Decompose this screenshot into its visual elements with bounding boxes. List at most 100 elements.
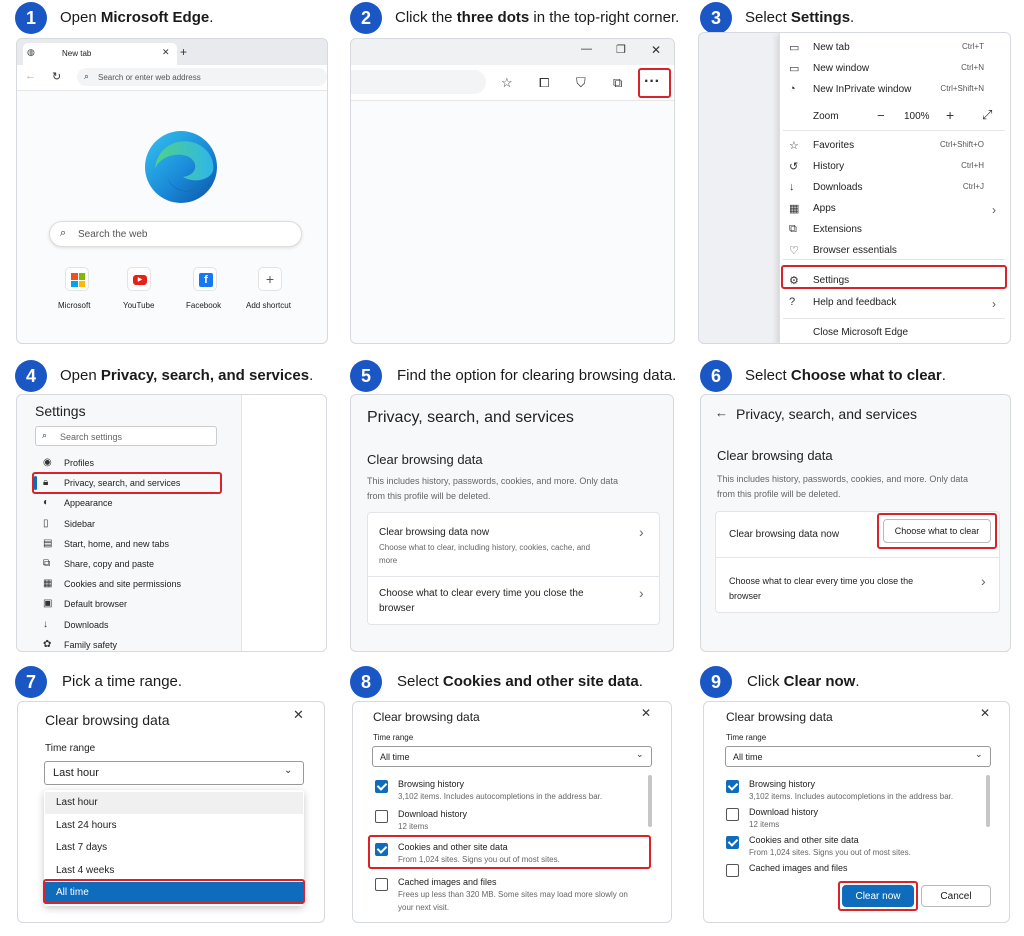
zoom-value: 100% xyxy=(904,111,930,122)
dropdown-option-label: Last 7 days xyxy=(56,842,108,853)
time-range-selected: All time xyxy=(733,752,763,762)
close-icon[interactable]: ✕ xyxy=(980,706,990,720)
shortcut-microsoft[interactable] xyxy=(65,267,89,291)
menu-item-label: New InPrivate window xyxy=(813,84,912,95)
browser-essentials-icon[interactable]: ⛉ xyxy=(576,75,586,91)
section-description: This includes history, passwords, cookie… xyxy=(717,474,968,484)
dropdown-option-label: Last hour xyxy=(56,797,98,808)
menu-item-label: New tab xyxy=(813,42,850,53)
panel-choose-what-to-clear: ← Privacy, search, and services Clear br… xyxy=(700,394,1011,652)
shortcut-facebook[interactable]: f xyxy=(193,267,217,291)
checkbox-0[interactable] xyxy=(726,780,739,793)
minimize-icon[interactable]: — xyxy=(581,43,592,55)
menu-item-label: Favorites xyxy=(813,140,855,151)
checkbox-3[interactable] xyxy=(726,864,739,877)
extensions-icon[interactable]: ⧠ xyxy=(539,75,549,91)
search-icon: ⌕ xyxy=(60,227,67,239)
cookies-icon: ▦ xyxy=(43,578,53,590)
scrollbar[interactable] xyxy=(986,775,990,827)
step-9-title: Click Clear now. xyxy=(747,673,860,690)
new-tab-icon[interactable]: + xyxy=(180,45,187,59)
menu-item-label: Downloads xyxy=(813,182,863,193)
back-arrow-icon[interactable]: ← xyxy=(715,405,728,420)
row1-subtitle: more xyxy=(379,556,398,565)
close-icon[interactable]: ✕ xyxy=(651,43,661,57)
item-subtitle: 3,102 items. Includes autocompletions in… xyxy=(398,792,603,801)
panel-time-range: Clear browsing data ✕ Time range Last ho… xyxy=(17,701,325,923)
restore-icon[interactable]: ❐ xyxy=(616,43,626,56)
shortcut-add[interactable]: + xyxy=(258,267,282,291)
close-tab-icon[interactable]: ✕ xyxy=(162,47,170,58)
checkbox-1[interactable] xyxy=(375,810,388,823)
fullscreen-icon[interactable]: ⤢ xyxy=(982,107,992,123)
checkbox-3[interactable] xyxy=(375,878,388,891)
step-3-number: 3 xyxy=(700,2,732,34)
chevron-down-icon: ⌄ xyxy=(975,749,983,759)
dialog-title: Clear browsing data xyxy=(373,710,480,724)
shortcut-label: Facebook xyxy=(186,301,222,310)
menu-item-label: Help and feedback xyxy=(813,297,897,308)
item-subtitle: 12 items xyxy=(398,822,429,831)
step-2-title: Click the three dots in the top-right co… xyxy=(395,9,680,26)
cancel-button[interactable]: Cancel xyxy=(921,885,991,907)
favorite-star-icon[interactable]: ☆ xyxy=(501,75,513,91)
browser-essentials-icon: ♡ xyxy=(789,245,799,257)
step-8-number: 8 xyxy=(350,666,382,698)
panel-select-cookies: Clear browsing data ✕ Time range All tim… xyxy=(352,701,672,923)
step-5-number: 5 xyxy=(350,360,382,392)
menu-item-shortcut: Ctrl+N xyxy=(961,63,984,72)
time-range-label: Time range xyxy=(45,743,96,754)
inprivate-icon: ◔ xyxy=(789,83,796,95)
row2-title[interactable]: Choose what to clear every time you clos… xyxy=(729,576,913,586)
address-placeholder: Search or enter web address xyxy=(98,73,201,82)
tab-title: New tab xyxy=(62,49,92,58)
section-description: from this profile will be deleted. xyxy=(367,491,491,501)
menu-item-label: History xyxy=(813,161,845,172)
row2-title[interactable]: Choose what to clear every time you clos… xyxy=(379,588,584,599)
address-bar-end[interactable] xyxy=(351,70,486,94)
zoom-in-button[interactable]: + xyxy=(946,107,954,123)
section-heading: Clear browsing data xyxy=(717,448,833,463)
menu-item-shortcut: Ctrl+Shift+O xyxy=(939,140,984,149)
profile-icon: ◉ xyxy=(43,457,52,468)
dropdown-option-label: Last 24 hours xyxy=(56,819,117,831)
menu-item-shortcut: Ctrl+Shift+N xyxy=(940,84,984,93)
highlight-cookies xyxy=(368,835,651,869)
menu-item-shortcut: Ctrl+H xyxy=(961,161,984,170)
time-range-selected: Last hour xyxy=(53,767,99,779)
shortcut-label: YouTube xyxy=(123,301,155,310)
scrollbar[interactable] xyxy=(648,775,652,827)
step-7-title: Pick a time range. xyxy=(62,673,183,690)
time-range-select[interactable] xyxy=(372,746,652,767)
item-subtitle: your next visit. xyxy=(398,903,450,912)
sidebar-icon: ▯ xyxy=(43,517,49,529)
settings-nav-label: Default browser xyxy=(64,599,128,610)
time-range-select[interactable] xyxy=(725,746,991,767)
zoom-out-button[interactable]: − xyxy=(877,108,885,123)
new-tab-icon: ▭ xyxy=(789,42,800,54)
refresh-icon[interactable]: ↻ xyxy=(52,70,61,83)
highlight-all-time xyxy=(43,879,305,904)
default-browser-icon: ▣ xyxy=(43,598,53,610)
close-icon[interactable]: ✕ xyxy=(641,706,651,720)
apps-icon: ▦ xyxy=(789,203,800,215)
title-bar xyxy=(351,39,674,65)
settings-nav-label: Family safety xyxy=(64,639,118,650)
highlight-privacy xyxy=(32,472,222,494)
active-tab[interactable] xyxy=(23,43,177,65)
back-icon[interactable]: ← xyxy=(25,70,36,82)
shortcut-label: Add shortcut xyxy=(246,301,291,310)
settings-nav-label: Appearance xyxy=(64,498,113,509)
time-range-label: Time range xyxy=(726,733,767,742)
checkbox-2[interactable] xyxy=(726,836,739,849)
checkbox-1[interactable] xyxy=(726,808,739,821)
collections-icon[interactable]: ⧉ xyxy=(613,75,622,91)
settings-nav-label: Share, copy and paste xyxy=(64,559,155,569)
item-label: Cookies and other site data xyxy=(749,835,859,845)
item-label: Download history xyxy=(398,809,468,819)
shortcut-youtube[interactable]: ▶ xyxy=(127,267,151,291)
chevron-down-icon: ⌄ xyxy=(284,765,293,776)
item-subtitle: 3,102 items. Includes autocompletions in… xyxy=(749,792,954,801)
close-icon[interactable]: ✕ xyxy=(293,707,304,723)
checkbox-0[interactable] xyxy=(375,780,388,793)
